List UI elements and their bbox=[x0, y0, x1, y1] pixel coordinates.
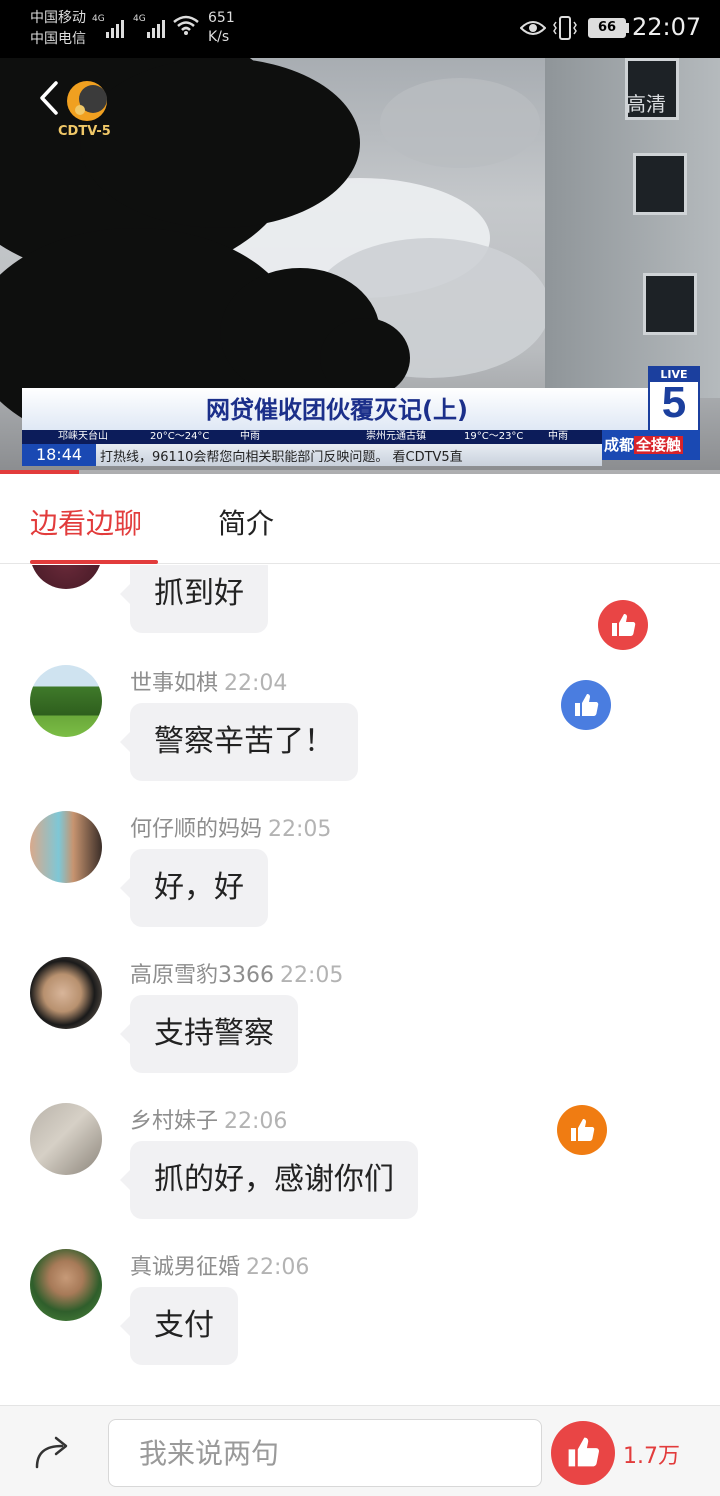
signal-1-icon bbox=[106, 16, 124, 38]
avatar[interactable] bbox=[30, 665, 102, 737]
window-shape bbox=[633, 153, 687, 215]
avatar[interactable] bbox=[30, 957, 102, 1029]
signal-2-icon bbox=[147, 16, 165, 38]
avatar[interactable] bbox=[30, 565, 102, 589]
cloud-shape bbox=[380, 78, 540, 168]
message-bubble[interactable]: 抓到好 bbox=[120, 565, 268, 633]
weather-item: 崇州元通古镇 bbox=[366, 431, 426, 442]
floating-like-icon bbox=[557, 1105, 607, 1155]
weather-item: 19°C～23°C bbox=[464, 431, 524, 442]
floating-like-icon bbox=[561, 680, 611, 730]
weather-strip: 邛崃天台山 20°C～24°C 中雨 崇州元通古镇 19°C～23°C 中雨 bbox=[22, 430, 602, 444]
weather-item: 20°C～24°C bbox=[150, 431, 210, 442]
tab-chat[interactable]: 边看边聊 bbox=[30, 502, 142, 542]
like-button[interactable] bbox=[551, 1421, 615, 1485]
avatar[interactable] bbox=[30, 1249, 102, 1321]
chat-message: 世事如棋 22:04 警察辛苦了！ bbox=[0, 665, 720, 785]
speed-unit: K/s bbox=[208, 29, 230, 45]
weather-item: 中雨 bbox=[240, 431, 260, 442]
username: 真诚男征婚 22:06 bbox=[130, 1249, 309, 1281]
network-speed: 651 K/s bbox=[208, 9, 235, 47]
eye-comfort-icon bbox=[520, 21, 546, 35]
avatar[interactable] bbox=[30, 811, 102, 883]
channel-logo-text: CDTV-5 bbox=[58, 124, 111, 139]
speed-value: 651 bbox=[208, 10, 235, 26]
clock: 22:07 bbox=[632, 13, 702, 41]
status-bar: 中国移动 中国电信 4G 4G 651 K/s 66 22:07 bbox=[0, 0, 720, 58]
carrier-1: 中国移动 bbox=[30, 10, 86, 26]
message-time: 22:05 bbox=[280, 963, 344, 988]
chat-list[interactable]: 抓到好 世事如棋 22:04 警察辛苦了！ 何仔顺的妈妈 22:05 好，好 高原雪… bbox=[0, 565, 720, 1405]
tab-bar: 边看边聊 简介 bbox=[0, 474, 720, 564]
floating-like-icon bbox=[598, 600, 648, 650]
username-text: 世事如棋 bbox=[130, 671, 219, 696]
channel-logo-icon bbox=[67, 81, 107, 121]
news-ticker: 18:44 打热线，96110会帮您向相关职能部门反映问题。 看CDTV5直 bbox=[22, 444, 602, 466]
username-text: 高原雪豹3366 bbox=[130, 963, 274, 988]
back-arrow-icon[interactable] bbox=[36, 80, 64, 116]
weather-item: 邛崃天台山 bbox=[58, 431, 108, 442]
comment-input[interactable] bbox=[108, 1419, 542, 1487]
username-text: 乡村妹子 bbox=[130, 1109, 219, 1134]
ticker-time: 18:44 bbox=[22, 444, 96, 466]
comment-bar: 1.7万 bbox=[0, 1405, 720, 1496]
message-bubble[interactable]: 抓的好，感谢你们 bbox=[120, 1141, 418, 1219]
battery-icon: 66 bbox=[588, 18, 626, 38]
battery-tip bbox=[626, 23, 629, 33]
active-tab-indicator bbox=[30, 560, 158, 564]
message-bubble[interactable]: 支持警察 bbox=[120, 995, 298, 1073]
weather-item: 中雨 bbox=[548, 431, 568, 442]
program-brand: 成都 全接触 bbox=[602, 430, 700, 460]
message-time: 22:06 bbox=[224, 1109, 288, 1134]
video-player[interactable]: CDTV-5 高清 网贷催收团伙覆灭记(上) LIVE 5 邛崃天台山 20°C… bbox=[0, 58, 720, 474]
carrier-2: 中国电信 bbox=[30, 31, 86, 47]
ticker-text: 打热线，96110会帮您向相关职能部门反映问题。 看CDTV5直 bbox=[100, 450, 463, 465]
wifi-icon bbox=[173, 15, 199, 35]
network-type-1: 4G bbox=[92, 14, 105, 24]
message-time: 22:05 bbox=[268, 817, 332, 842]
chat-message: 真诚男征婚 22:06 支付 bbox=[0, 1249, 720, 1369]
brand-right: 全接触 bbox=[634, 436, 684, 454]
message-time: 22:06 bbox=[246, 1255, 310, 1280]
message-bubble[interactable]: 警察辛苦了！ bbox=[120, 703, 358, 781]
avatar[interactable] bbox=[30, 1103, 102, 1175]
network-type-2: 4G bbox=[133, 14, 146, 24]
username-text: 真诚男征婚 bbox=[130, 1255, 241, 1280]
news-title: 网贷催收团伙覆灭记(上) bbox=[206, 396, 468, 424]
chat-message: 乡村妹子 22:06 抓的好，感谢你们 bbox=[0, 1103, 720, 1223]
window-shape bbox=[643, 273, 697, 335]
username: 世事如棋 22:04 bbox=[130, 665, 287, 697]
carrier-labels: 中国移动 中国电信 bbox=[30, 8, 86, 50]
username: 乡村妹子 22:06 bbox=[130, 1103, 287, 1135]
app-screen: { "status_bar": { "carrier_1": "中国移动", "… bbox=[0, 0, 720, 1496]
chat-message: 何仔顺的妈妈 22:05 好，好 bbox=[0, 811, 720, 931]
message-bubble[interactable]: 支付 bbox=[120, 1287, 238, 1365]
tab-intro[interactable]: 简介 bbox=[218, 502, 274, 542]
message-bubble[interactable]: 好，好 bbox=[120, 849, 268, 927]
live-channel-badge: LIVE 5 bbox=[648, 366, 700, 432]
thumbs-up-icon bbox=[568, 1437, 600, 1467]
channel-number: 5 bbox=[661, 378, 687, 427]
brand-left: 成都 bbox=[604, 436, 635, 454]
message-time: 22:04 bbox=[224, 671, 288, 696]
vibrate-icon bbox=[553, 16, 577, 40]
news-title-bar: 网贷催收团伙覆灭记(上) bbox=[22, 388, 652, 430]
quality-button[interactable]: 高清 bbox=[626, 88, 666, 117]
username: 何仔顺的妈妈 22:05 bbox=[130, 811, 331, 843]
share-icon[interactable] bbox=[34, 1434, 72, 1470]
username: 高原雪豹3366 22:05 bbox=[130, 957, 343, 989]
tree-shape bbox=[80, 58, 360, 228]
like-count: 1.7万 bbox=[623, 1444, 680, 1469]
username-text: 何仔顺的妈妈 bbox=[130, 817, 263, 842]
tree-shape bbox=[320, 318, 410, 398]
chat-message: 高原雪豹3366 22:05 支持警察 bbox=[0, 957, 720, 1077]
